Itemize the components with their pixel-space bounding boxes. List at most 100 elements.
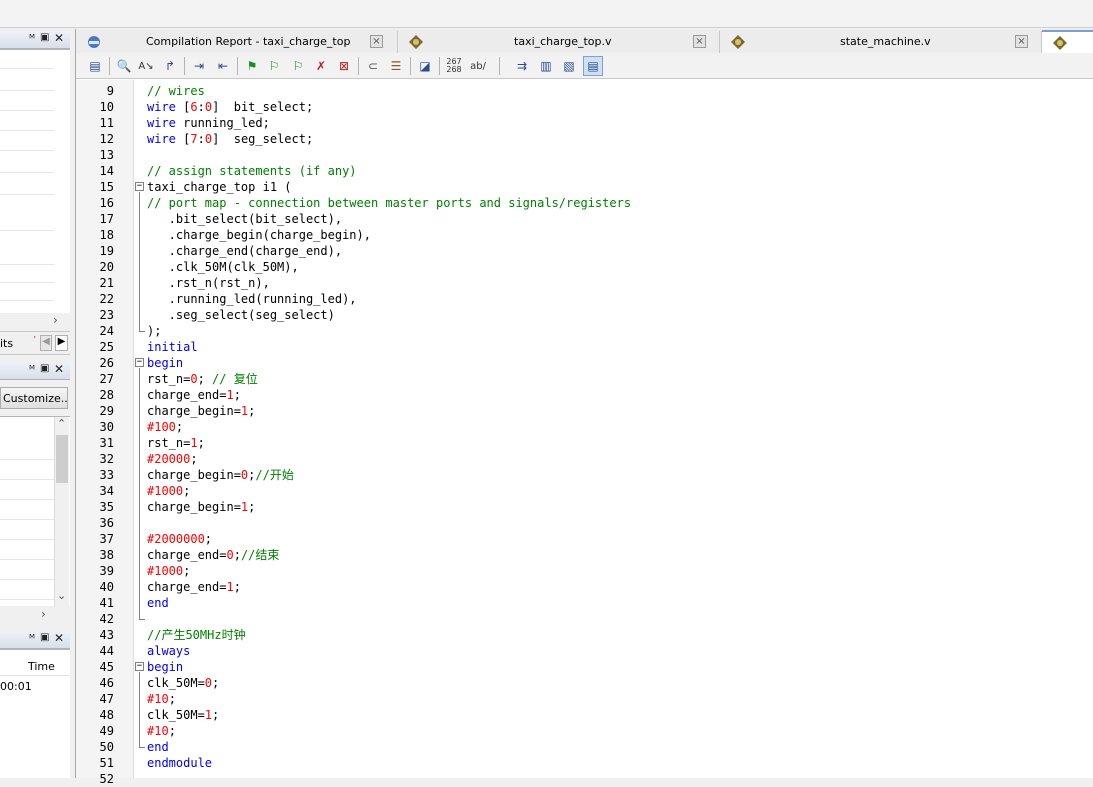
code-line[interactable]: .rst_n(rst_n), — [147, 275, 270, 291]
line-number: 49 — [99, 724, 114, 738]
chevron-up-icon[interactable]: ⌃ — [57, 417, 66, 430]
code-line[interactable]: .clk_50M(clk_50M), — [147, 259, 299, 275]
bookmark-delete-icon[interactable]: ⊠ — [334, 56, 354, 76]
pane2-vscrollbar[interactable]: ⌃ ⌄ — [54, 417, 69, 607]
code-line[interactable]: #2000000; — [147, 531, 212, 547]
find-icon[interactable]: 🔍 — [114, 56, 134, 76]
code-line[interactable]: #1000; — [147, 483, 190, 499]
fold-toggle-icon[interactable]: − — [135, 182, 144, 191]
close-icon[interactable]: ✕ — [54, 631, 64, 645]
toolbar-separator — [410, 57, 411, 75]
pane3-body: Time 00:01 — [0, 649, 70, 778]
comment-block-icon[interactable]: ◪ — [415, 56, 435, 76]
code-line[interactable]: charge_begin=1; — [147, 499, 255, 515]
pin-icon[interactable]: ᴹ — [29, 632, 35, 645]
fold-toggle-icon[interactable]: − — [135, 358, 144, 367]
tab-state-machine-v[interactable]: state_machine.v × — [720, 31, 1042, 53]
code-line[interactable]: #1000; — [147, 563, 190, 579]
pane1-hscrollbar[interactable]: › — [0, 313, 70, 329]
insert-arrow-icon[interactable]: ⇉ — [512, 56, 532, 76]
ab-slash-icon[interactable]: ab/ — [468, 56, 488, 76]
code-line[interactable]: begin — [147, 355, 183, 371]
code-line[interactable]: charge_begin=1; — [147, 403, 255, 419]
close-icon[interactable]: ✕ — [54, 31, 64, 45]
code-line[interactable]: end — [147, 739, 169, 755]
close-icon[interactable]: ✕ — [54, 362, 64, 376]
indent-icon[interactable]: ⇥ — [189, 56, 209, 76]
bookmark-toggle-icon[interactable]: ⚑ — [242, 56, 262, 76]
code-line[interactable]: initial — [147, 339, 198, 355]
code-line[interactable]: wire running_led; — [147, 115, 270, 131]
pin-icon[interactable]: ᴹ — [29, 32, 35, 45]
collapse-icon[interactable]: ▥ — [536, 56, 556, 76]
fold-toggle-icon[interactable]: − — [135, 662, 144, 671]
time-column-header[interactable]: Time — [0, 656, 70, 676]
code-line[interactable]: rst_n=0; // 复位 — [147, 371, 258, 387]
pane2-hscrollbar[interactable]: › — [0, 607, 70, 623]
code-line[interactable]: clk_50M=1; — [147, 707, 219, 723]
float-icon[interactable]: ▣ — [40, 32, 49, 43]
tab-compilation-report[interactable]: Compilation Report - taxi_charge_top × — [76, 31, 398, 53]
code-line[interactable]: clk_50M=0; — [147, 675, 219, 691]
code-line[interactable]: ); — [147, 323, 161, 339]
pane2-body: ⌃ ⌄ — [0, 416, 70, 607]
chevron-right-icon[interactable]: › — [41, 607, 46, 621]
code-token: always — [147, 644, 191, 658]
list-view-icon[interactable]: ▤ — [583, 56, 603, 76]
scrollbar-thumb[interactable] — [56, 435, 68, 483]
customize-button[interactable]: Customize... — [0, 387, 68, 409]
code-line[interactable]: // wires — [147, 83, 205, 99]
code-line[interactable]: .charge_begin(charge_begin), — [147, 227, 371, 243]
tab-active-file[interactable] — [1042, 30, 1093, 53]
goto-line-icon[interactable]: ↱ — [160, 56, 180, 76]
insert-template-icon[interactable]: ▤ — [85, 56, 105, 76]
code-line[interactable]: end — [147, 595, 169, 611]
code-line[interactable]: always — [147, 643, 190, 659]
close-icon[interactable]: × — [370, 35, 383, 48]
code-line[interactable]: begin — [147, 659, 183, 675]
line-numbers-icon[interactable]: 267 268 — [444, 56, 464, 76]
code-line[interactable]: .charge_end(charge_end), — [147, 243, 342, 259]
code-line[interactable]: charge_end=1; — [147, 387, 241, 403]
expand-icon[interactable]: ▧ — [559, 56, 579, 76]
scroll-icon[interactable]: ☰ — [386, 56, 406, 76]
code-line[interactable]: charge_end=0;//结束 — [147, 547, 279, 563]
code-line[interactable]: // port map - connection between master … — [147, 195, 631, 211]
code-line[interactable]: // assign statements (if any) — [147, 163, 357, 179]
scroll-right-icon[interactable]: ▶ — [55, 335, 68, 351]
code-line[interactable]: .bit_select(bit_select), — [147, 211, 342, 227]
code-line[interactable]: #20000; — [147, 451, 198, 467]
code-line[interactable]: //产生50MHz时钟 — [147, 627, 246, 643]
tab-taxi-charge-top-v[interactable]: taxi_charge_top.v × — [398, 31, 720, 53]
code-line[interactable]: charge_end=1; — [147, 579, 241, 595]
code-line[interactable]: endmodule — [147, 755, 212, 771]
scroll-left-icon[interactable]: ◀ — [40, 335, 52, 351]
code-line[interactable]: rst_n=1; — [147, 435, 205, 451]
attach-icon[interactable]: ⊂ — [363, 56, 383, 76]
unindent-icon[interactable]: ⇤ — [213, 56, 233, 76]
tab-label-its[interactable]: its — [0, 337, 13, 350]
row-divider — [0, 264, 54, 265]
find-replace-icon[interactable]: A↘ — [136, 56, 156, 76]
bookmark-next-icon[interactable]: ⚐ — [264, 56, 284, 76]
bookmark-prev-icon[interactable]: ⚐ — [288, 56, 308, 76]
bookmark-clear-icon[interactable]: ✗ — [311, 56, 331, 76]
code-line[interactable]: .seg_select(seg_select) — [147, 307, 335, 323]
code-line[interactable]: wire [7:0] seg_select; — [147, 131, 313, 147]
code-area[interactable]: 9// wires 10 wire [6:0] bit_select; 11 wire … — [76, 80, 1093, 786]
close-icon[interactable]: × — [693, 35, 706, 48]
code-line[interactable]: wire [6:0] bit_select; — [147, 99, 313, 115]
code-line[interactable]: .running_led(running_led), — [147, 291, 357, 307]
pin-icon[interactable]: ᴹ — [29, 363, 35, 376]
float-icon[interactable]: ▣ — [40, 363, 49, 374]
code-line[interactable]: #10; — [147, 691, 176, 707]
code-line[interactable]: taxi_charge_top i1 ( — [147, 179, 292, 195]
close-icon[interactable]: × — [1015, 35, 1028, 48]
chevron-right-icon[interactable]: › — [53, 313, 58, 327]
code-line[interactable]: #100; — [147, 419, 183, 435]
code-line[interactable]: charge_begin=0;//开始 — [147, 467, 294, 483]
float-icon[interactable]: ▣ — [40, 632, 49, 643]
code-token: // 复位 — [212, 372, 258, 386]
chevron-down-icon[interactable]: ⌄ — [57, 589, 66, 602]
code-line[interactable]: #10; — [147, 723, 176, 739]
